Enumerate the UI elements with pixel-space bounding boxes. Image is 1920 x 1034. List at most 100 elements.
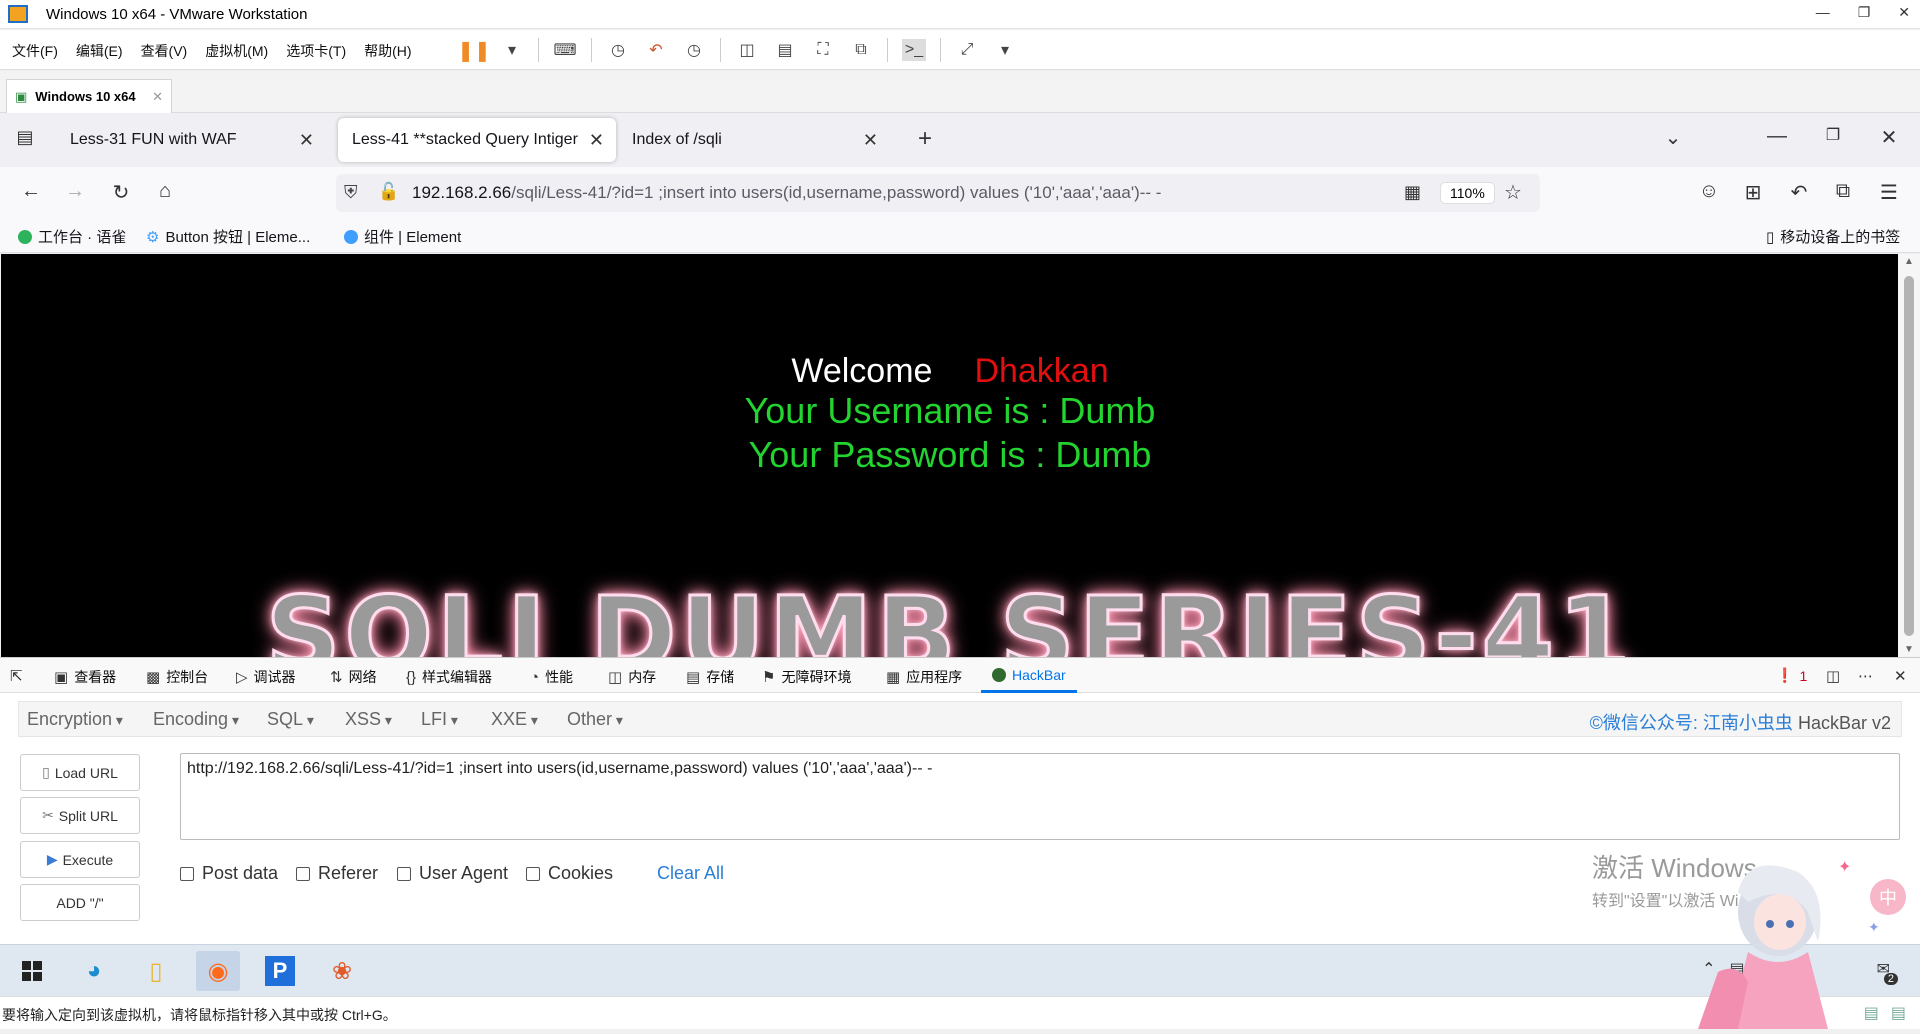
tab-storage[interactable]: ▤ 存储 bbox=[686, 667, 734, 687]
tab-network[interactable]: ⇅ 网络 bbox=[330, 667, 377, 687]
tab-performance[interactable]: ◔ 性能 bbox=[530, 667, 573, 687]
clear-all-link[interactable]: Clear All bbox=[657, 863, 724, 884]
menu-help[interactable]: 帮助(H) bbox=[364, 41, 411, 61]
shield-icon[interactable]: ⛨ bbox=[344, 182, 358, 203]
bookmark-yuque[interactable]: 工作台 · 语雀 bbox=[18, 226, 126, 247]
inspector-icon: ▣ bbox=[54, 669, 69, 686]
cookies-checkbox[interactable]: Cookies bbox=[526, 863, 613, 884]
vmware-menubar: 文件(F) 编辑(E) 查看(V) 虚拟机(M) 选项卡(T) 帮助(H) ❚❚… bbox=[0, 30, 1920, 70]
menu-vm[interactable]: 虚拟机(M) bbox=[205, 41, 268, 61]
unity-icon[interactable]: ⧉ bbox=[849, 39, 873, 61]
minimize-icon[interactable]: — bbox=[1764, 125, 1790, 148]
new-tab-icon[interactable]: + bbox=[912, 125, 938, 153]
home-icon[interactable]: ⌂ bbox=[152, 180, 178, 203]
tab-console[interactable]: ▩ 控制台 bbox=[146, 667, 208, 687]
forward-icon[interactable]: → bbox=[62, 180, 88, 203]
close-icon[interactable]: ✕ bbox=[589, 130, 604, 151]
bookmark-element-button[interactable]: ⚙ Button 按钮 | Eleme... bbox=[146, 226, 310, 247]
error-counter[interactable]: ❗ 1 bbox=[1776, 667, 1807, 684]
console-icon[interactable]: >_ bbox=[902, 39, 926, 61]
more-options-icon[interactable]: ⋯ bbox=[1858, 667, 1873, 685]
close-icon[interactable]: ✕ bbox=[299, 130, 314, 151]
snapshot-manager-icon[interactable]: ◷ bbox=[682, 39, 706, 61]
library-icon[interactable]: ◫ bbox=[735, 39, 759, 61]
thumbnail-icon[interactable]: ▤ bbox=[773, 39, 797, 61]
minimize-button[interactable]: — bbox=[1816, 4, 1830, 21]
vm-tab[interactable]: ▣ Windows 10 x64 ✕ bbox=[6, 79, 172, 113]
url-bar[interactable]: ⛨ 🔓 192.168.2.66/sqli/Less-41/?id=1 ;ins… bbox=[336, 174, 1540, 212]
tab-style-editor[interactable]: {} 样式编辑器 bbox=[406, 667, 492, 687]
tab-less41[interactable]: Less-41 **stacked Query Intiger t ✕ bbox=[338, 118, 616, 162]
file-explorer-icon[interactable]: ▯ bbox=[134, 951, 178, 991]
referer-checkbox[interactable]: Referer bbox=[296, 863, 378, 884]
p-app-icon[interactable]: P bbox=[258, 951, 302, 991]
execute-button[interactable]: ▶ Execute bbox=[20, 841, 140, 878]
snapshot-icon[interactable]: ◷ bbox=[606, 39, 630, 61]
menu-file[interactable]: 文件(F) bbox=[12, 41, 58, 61]
back-icon[interactable]: ← bbox=[18, 180, 44, 203]
split-url-button[interactable]: ✂ Split URL bbox=[20, 797, 140, 834]
restore-button[interactable]: ❐ bbox=[1858, 4, 1871, 21]
menu-lfi[interactable]: LFI bbox=[421, 709, 458, 730]
tab-debugger[interactable]: ▷ 调试器 bbox=[236, 667, 296, 687]
firefox-icon[interactable]: ◉ bbox=[196, 951, 240, 991]
user-agent-checkbox[interactable]: User Agent bbox=[397, 863, 508, 884]
send-keys-icon[interactable]: ⌨ bbox=[553, 39, 577, 61]
post-data-checkbox[interactable]: Post data bbox=[180, 863, 278, 884]
tab-manager-icon[interactable]: ▤ bbox=[12, 127, 38, 148]
account-icon[interactable]: ☺ bbox=[1696, 180, 1722, 203]
hackbar-menu: Encryption Encoding SQL XSS LFI XXE Othe… bbox=[18, 701, 1902, 737]
revert-snapshot-icon[interactable]: ↶ bbox=[644, 39, 668, 61]
reload-icon[interactable]: ↻ bbox=[108, 180, 134, 205]
menu-xss[interactable]: XSS bbox=[345, 709, 392, 730]
element-picker-icon[interactable]: ⇱ bbox=[10, 667, 23, 685]
menu-edit[interactable]: 编辑(E) bbox=[76, 41, 123, 61]
stretch-icon[interactable]: ⤢ bbox=[955, 39, 979, 61]
menu-view[interactable]: 查看(V) bbox=[141, 41, 188, 61]
start-icon[interactable] bbox=[10, 951, 54, 991]
page-scrollbar[interactable]: ▲ ▼ bbox=[1898, 254, 1920, 657]
extensions-icon[interactable]: ⧉ bbox=[1830, 180, 1856, 203]
menu-sql[interactable]: SQL bbox=[267, 709, 314, 730]
tab-application[interactable]: ▦ 应用程序 bbox=[886, 667, 962, 687]
dock-icon[interactable]: ◫ bbox=[1826, 667, 1840, 685]
undo-icon[interactable]: ↶ bbox=[1786, 180, 1812, 205]
list-tabs-icon[interactable]: ⌄ bbox=[1660, 125, 1686, 150]
close-devtools-icon[interactable]: ✕ bbox=[1894, 667, 1907, 685]
load-url-button[interactable]: ▯ Load URL bbox=[20, 754, 140, 791]
menu-encoding[interactable]: Encoding bbox=[153, 709, 239, 730]
edge-icon[interactable]: ◕ bbox=[72, 951, 116, 991]
menu-icon[interactable]: ☰ bbox=[1876, 180, 1902, 205]
bookmark-element-components[interactable]: 组件 | Element bbox=[344, 226, 461, 247]
restore-icon[interactable]: ❐ bbox=[1820, 125, 1846, 145]
mobile-bookmarks[interactable]: ▯ 移动设备上的书签 bbox=[1766, 226, 1900, 247]
url-textarea[interactable]: http://192.168.2.66/sqli/Less-41/?id=1 ;… bbox=[180, 753, 1900, 840]
qr-code-icon[interactable]: ▦ bbox=[1404, 182, 1421, 203]
close-icon[interactable]: ✕ bbox=[863, 130, 878, 151]
fullscreen-icon[interactable]: ⛶ bbox=[811, 39, 835, 61]
tab-hackbar[interactable]: HackBar bbox=[992, 667, 1066, 683]
tab-index-sqli[interactable]: Index of /sqli ✕ bbox=[618, 118, 890, 162]
close-window-icon[interactable]: ✕ bbox=[1876, 125, 1902, 150]
pinwheel-app-icon[interactable]: ❀ bbox=[320, 951, 364, 991]
add-slash-button[interactable]: ADD "/" bbox=[20, 884, 140, 921]
tab-memory[interactable]: ◫ 内存 bbox=[608, 667, 656, 687]
close-icon[interactable]: ✕ bbox=[152, 89, 163, 105]
bookmark-star-icon[interactable]: ☆ bbox=[1504, 180, 1522, 205]
insecure-lock-icon[interactable]: 🔓 bbox=[378, 182, 399, 202]
load-icon: ▯ bbox=[42, 764, 50, 780]
menu-tabs[interactable]: 选项卡(T) bbox=[286, 41, 346, 61]
scrollbar-thumb[interactable] bbox=[1904, 276, 1914, 636]
pause-icon[interactable]: ❚❚ bbox=[457, 39, 491, 62]
tab-less31[interactable]: Less-31 FUN with WAF ✕ bbox=[56, 118, 326, 162]
tab-accessibility[interactable]: ⚑ 无障碍环境 bbox=[762, 667, 851, 687]
dropdown-icon[interactable]: ▾ bbox=[500, 39, 524, 61]
tab-inspector[interactable]: ▣ 查看器 bbox=[54, 667, 116, 687]
menu-xxe[interactable]: XXE bbox=[491, 709, 538, 730]
menu-encryption[interactable]: Encryption bbox=[27, 709, 123, 730]
zoom-level[interactable]: 110% bbox=[1440, 182, 1495, 204]
close-button[interactable]: ✕ bbox=[1898, 4, 1910, 21]
stretch-dropdown-icon[interactable]: ▾ bbox=[993, 39, 1017, 61]
screenshot-icon[interactable]: ⊞ bbox=[1740, 180, 1766, 205]
menu-other[interactable]: Other bbox=[567, 709, 623, 730]
